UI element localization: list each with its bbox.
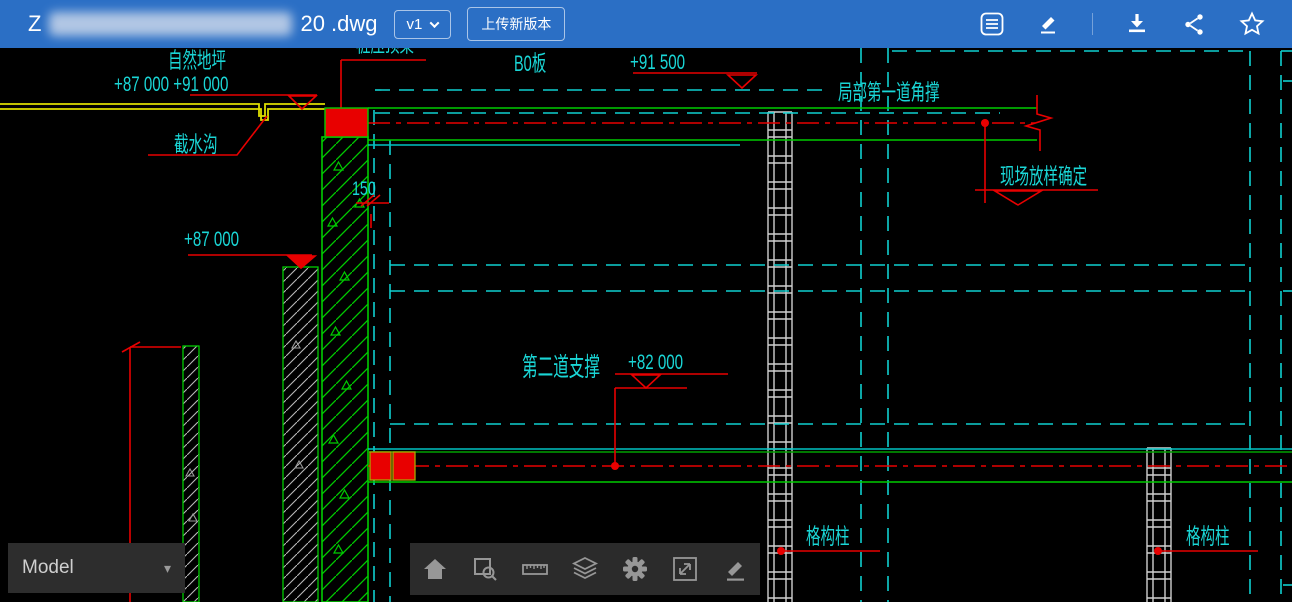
label-elevation-87000: +87 000 bbox=[184, 229, 239, 250]
dwg-viewer-window: Z 20 .dwg v1 上传新版本 bbox=[0, 0, 1292, 602]
layers-button[interactable] bbox=[570, 554, 600, 584]
fullscreen-button[interactable] bbox=[670, 554, 700, 584]
document-icon[interactable] bbox=[978, 10, 1006, 38]
model-space-selector[interactable]: Model ▾ bbox=[8, 543, 185, 593]
fullscreen-icon bbox=[671, 555, 699, 583]
edit-icon[interactable] bbox=[1036, 11, 1062, 37]
redacted-filename bbox=[49, 12, 292, 36]
green-strut-lines bbox=[368, 108, 1292, 482]
label-dim-150: 150 bbox=[352, 180, 376, 199]
version-dropdown[interactable]: v1 bbox=[394, 10, 452, 39]
header-actions bbox=[978, 10, 1266, 38]
measure-button[interactable] bbox=[520, 554, 550, 584]
label-capping-beam: 桩压顶梁 bbox=[356, 48, 414, 56]
lattice-column-left-graphic bbox=[768, 112, 792, 602]
label-lattice-column-left: 格构柱 bbox=[806, 526, 850, 548]
download-icon[interactable] bbox=[1123, 10, 1151, 38]
lattice-column-right-graphic bbox=[1147, 448, 1171, 602]
file-title-prefix: Z bbox=[28, 11, 41, 37]
teal-strut-lines bbox=[368, 145, 1292, 449]
file-title-suffix: 20 .dwg bbox=[300, 11, 377, 37]
narrow-wall-hatch bbox=[183, 346, 199, 602]
label-lattice-column-right: 格构柱 bbox=[1186, 526, 1230, 548]
upload-new-version-button[interactable]: 上传新版本 bbox=[467, 7, 565, 41]
model-selector-value: Model bbox=[22, 557, 74, 579]
annotate-button[interactable] bbox=[720, 554, 750, 584]
zoom-window-icon bbox=[471, 555, 499, 583]
settings-button[interactable] bbox=[620, 554, 650, 584]
ground-line bbox=[0, 104, 325, 120]
label-elevation-82000: +82 000 bbox=[628, 352, 683, 373]
inner-wall-hatch bbox=[283, 267, 318, 602]
layers-icon bbox=[571, 555, 599, 583]
caret-down-icon: ▾ bbox=[164, 560, 171, 577]
home-icon bbox=[421, 555, 449, 583]
label-natural-ground: 自然地坪 bbox=[168, 50, 226, 72]
settings-icon bbox=[621, 555, 649, 583]
star-icon[interactable] bbox=[1238, 10, 1266, 38]
top-bar: Z 20 .dwg v1 上传新版本 bbox=[0, 0, 1292, 48]
file-title: Z 20 .dwg bbox=[28, 11, 378, 37]
home-button[interactable] bbox=[420, 554, 450, 584]
chevron-down-icon bbox=[430, 18, 440, 28]
drawing-canvas[interactable]: 自然地坪 +87 000 +91 000 截水沟 桩压顶梁 B0板 +91 50… bbox=[0, 48, 1292, 602]
viewer-toolbar bbox=[410, 543, 760, 595]
label-first-corner-brace: 局部第一道角撑 bbox=[838, 82, 940, 104]
annotate-icon bbox=[721, 555, 749, 583]
version-label: v1 bbox=[407, 16, 423, 33]
header-divider bbox=[1092, 13, 1093, 35]
zoom-window-button[interactable] bbox=[470, 554, 500, 584]
label-elevation-ground: +87 000 +91 000 bbox=[114, 74, 228, 95]
label-ditch: 截水沟 bbox=[174, 134, 218, 156]
label-b0-slab: B0板 bbox=[514, 53, 546, 75]
label-second-support: 第二道支撑 bbox=[522, 354, 600, 380]
share-icon[interactable] bbox=[1181, 11, 1208, 38]
label-site-layout: 现场放样确定 bbox=[1000, 166, 1087, 188]
measure-icon bbox=[521, 555, 549, 583]
label-elevation-91500: +91 500 bbox=[630, 52, 685, 73]
